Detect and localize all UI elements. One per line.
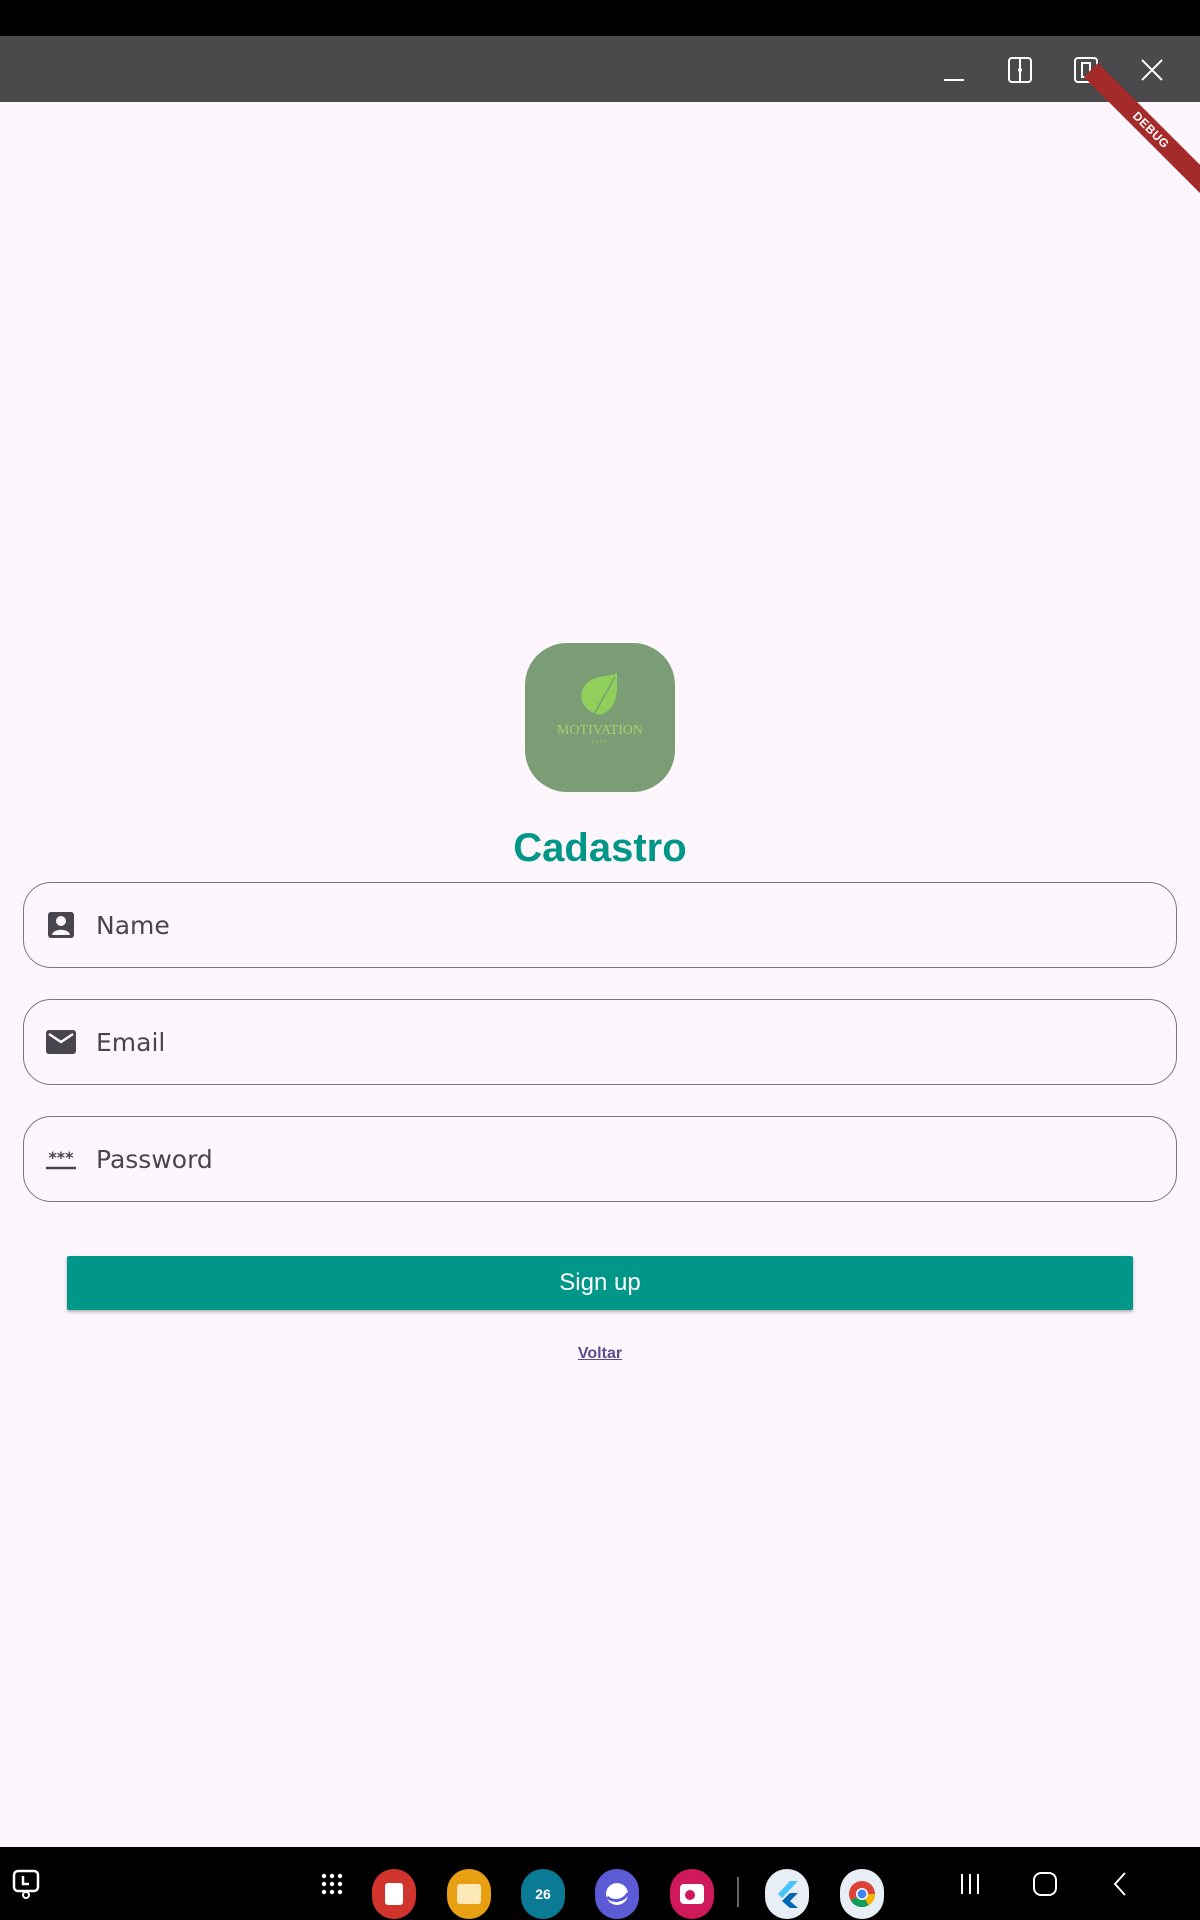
window-title-bar <box>0 36 1200 102</box>
close-icon <box>1141 59 1163 81</box>
calendar-app-icon[interactable]: 26 <box>521 1869 565 1919</box>
chrome-app-icon[interactable] <box>840 1869 884 1919</box>
internet-app-icon[interactable] <box>595 1869 639 1919</box>
status-bar <box>0 0 1200 36</box>
taskbar: 26 <box>0 1847 1200 1920</box>
minimize-button[interactable] <box>940 56 968 84</box>
calendar-day: 26 <box>535 1886 551 1902</box>
files-app-icon[interactable] <box>447 1869 491 1919</box>
recents-icon[interactable] <box>950 1869 990 1899</box>
password-input[interactable] <box>96 1144 1096 1174</box>
leaf-icon <box>581 673 618 715</box>
email-input[interactable] <box>96 1027 1096 1057</box>
app-logo: MOTIVATION LIFE <box>525 643 675 792</box>
svg-text:***: *** <box>48 1148 74 1167</box>
close-button[interactable] <box>1138 56 1166 84</box>
password-field[interactable]: *** <box>23 1116 1177 1202</box>
name-field[interactable] <box>23 882 1177 968</box>
signup-button[interactable]: Sign up <box>67 1256 1133 1310</box>
password-icon: *** <box>44 1147 78 1171</box>
minimize-icon <box>944 79 964 81</box>
logo-text: MOTIVATION <box>557 723 643 738</box>
email-field[interactable] <box>23 999 1177 1085</box>
back-link[interactable]: Voltar <box>578 1345 622 1362</box>
split-screen-button[interactable] <box>1006 56 1034 84</box>
recent-clock-icon[interactable] <box>6 1869 46 1899</box>
page-title: Cadastro <box>513 826 687 870</box>
name-input[interactable] <box>96 910 1096 940</box>
home-icon[interactable] <box>1025 1869 1065 1899</box>
notes-app-icon[interactable] <box>372 1869 416 1919</box>
taskbar-divider <box>737 1877 739 1907</box>
camera-app-icon[interactable] <box>670 1869 714 1919</box>
back-icon[interactable] <box>1100 1869 1140 1899</box>
mail-icon <box>44 1030 78 1054</box>
flutter-app-icon[interactable] <box>765 1869 809 1919</box>
contact-icon <box>44 911 78 939</box>
split-icon <box>1008 57 1032 83</box>
apps-grid-icon[interactable] <box>312 1869 352 1899</box>
logo-subtext: LIFE <box>592 739 608 744</box>
back-link-row: Voltar <box>0 1345 1200 1363</box>
